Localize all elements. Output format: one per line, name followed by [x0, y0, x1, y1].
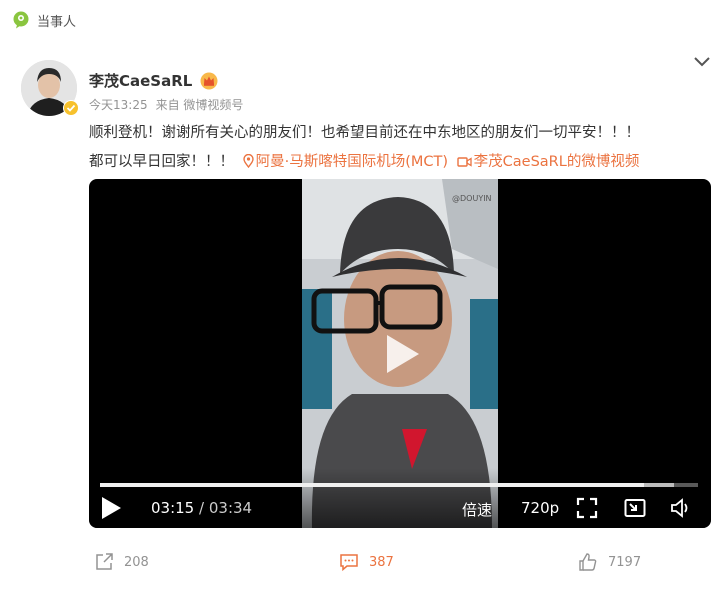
like-count: 7197 [608, 554, 642, 570]
play-overlay-icon[interactable] [375, 329, 425, 379]
post-text-line2: 都可以早日回家！！！ [89, 154, 234, 170]
verified-badge-icon [63, 100, 79, 116]
post-text: 顺利登机！谢谢所有关心的朋友们！也希望目前还在中东地区的朋友们一切平安！！！ 都… [89, 119, 709, 177]
play-icon[interactable] [99, 495, 123, 521]
repost-button[interactable]: 208 [94, 552, 149, 572]
comment-button[interactable]: 387 [339, 552, 394, 572]
controls-bar [89, 468, 711, 528]
volume-icon[interactable] [670, 497, 692, 519]
time-separator: / [199, 499, 205, 517]
post-text-line2-row: 都可以早日回家！！！ 阿曼·马斯喀特国际机场(MCT) 李茂CaeSaRL的微博… [89, 148, 709, 177]
author-row: 李茂CaeSaRL [89, 70, 218, 91]
post-source[interactable]: 来自 微博视频号 [156, 96, 244, 113]
avatar[interactable] [21, 60, 79, 116]
repost-count: 208 [124, 554, 149, 570]
current-time: 03:15 [151, 499, 195, 517]
video-watermark: @DOUYIN [452, 194, 492, 203]
tag-row: 当事人 [12, 9, 76, 31]
video-link[interactable]: 李茂CaeSaRL的微博视频 [453, 154, 640, 170]
comment-icon [340, 554, 358, 572]
post-timestamp[interactable]: 今天13:25 [89, 96, 148, 113]
picture-in-picture-icon[interactable] [624, 497, 646, 519]
chevron-down-icon[interactable] [693, 54, 711, 68]
progress-played [100, 483, 645, 487]
share-icon [96, 553, 113, 570]
time-display: 03:15 / 03:34 [151, 499, 252, 517]
speed-button[interactable]: 倍速 [462, 499, 492, 520]
video-player[interactable]: @DOUYIN 03:15 / 03:34 倍速 720p [89, 179, 711, 528]
fullscreen-icon[interactable] [576, 497, 598, 519]
location-label: 阿曼·马斯喀特国际机场(MCT) [255, 154, 449, 170]
duration: 03:34 [208, 499, 253, 517]
speech-bubble-tag-icon [13, 11, 29, 29]
progress-bar[interactable] [100, 483, 698, 487]
tag-label: 当事人 [37, 14, 77, 30]
location-pin-icon [242, 154, 254, 168]
thumbs-up-icon [579, 553, 597, 571]
post-meta: 今天13:25 来自 微博视频号 [89, 96, 243, 113]
video-camera-icon [456, 157, 472, 167]
crown-member-icon[interactable] [200, 72, 218, 90]
location-link[interactable]: 阿曼·马斯喀特国际机场(MCT) [239, 154, 453, 170]
video-link-label: 李茂CaeSaRL的微博视频 [473, 154, 640, 170]
quality-button[interactable]: 720p [521, 499, 559, 517]
comment-count: 387 [369, 554, 394, 570]
username[interactable]: 李茂CaeSaRL [89, 70, 192, 91]
like-button[interactable]: 7197 [578, 552, 641, 572]
post-text-line1: 顺利登机！谢谢所有关心的朋友们！也希望目前还在中东地区的朋友们一切平安！！！ [89, 125, 640, 141]
